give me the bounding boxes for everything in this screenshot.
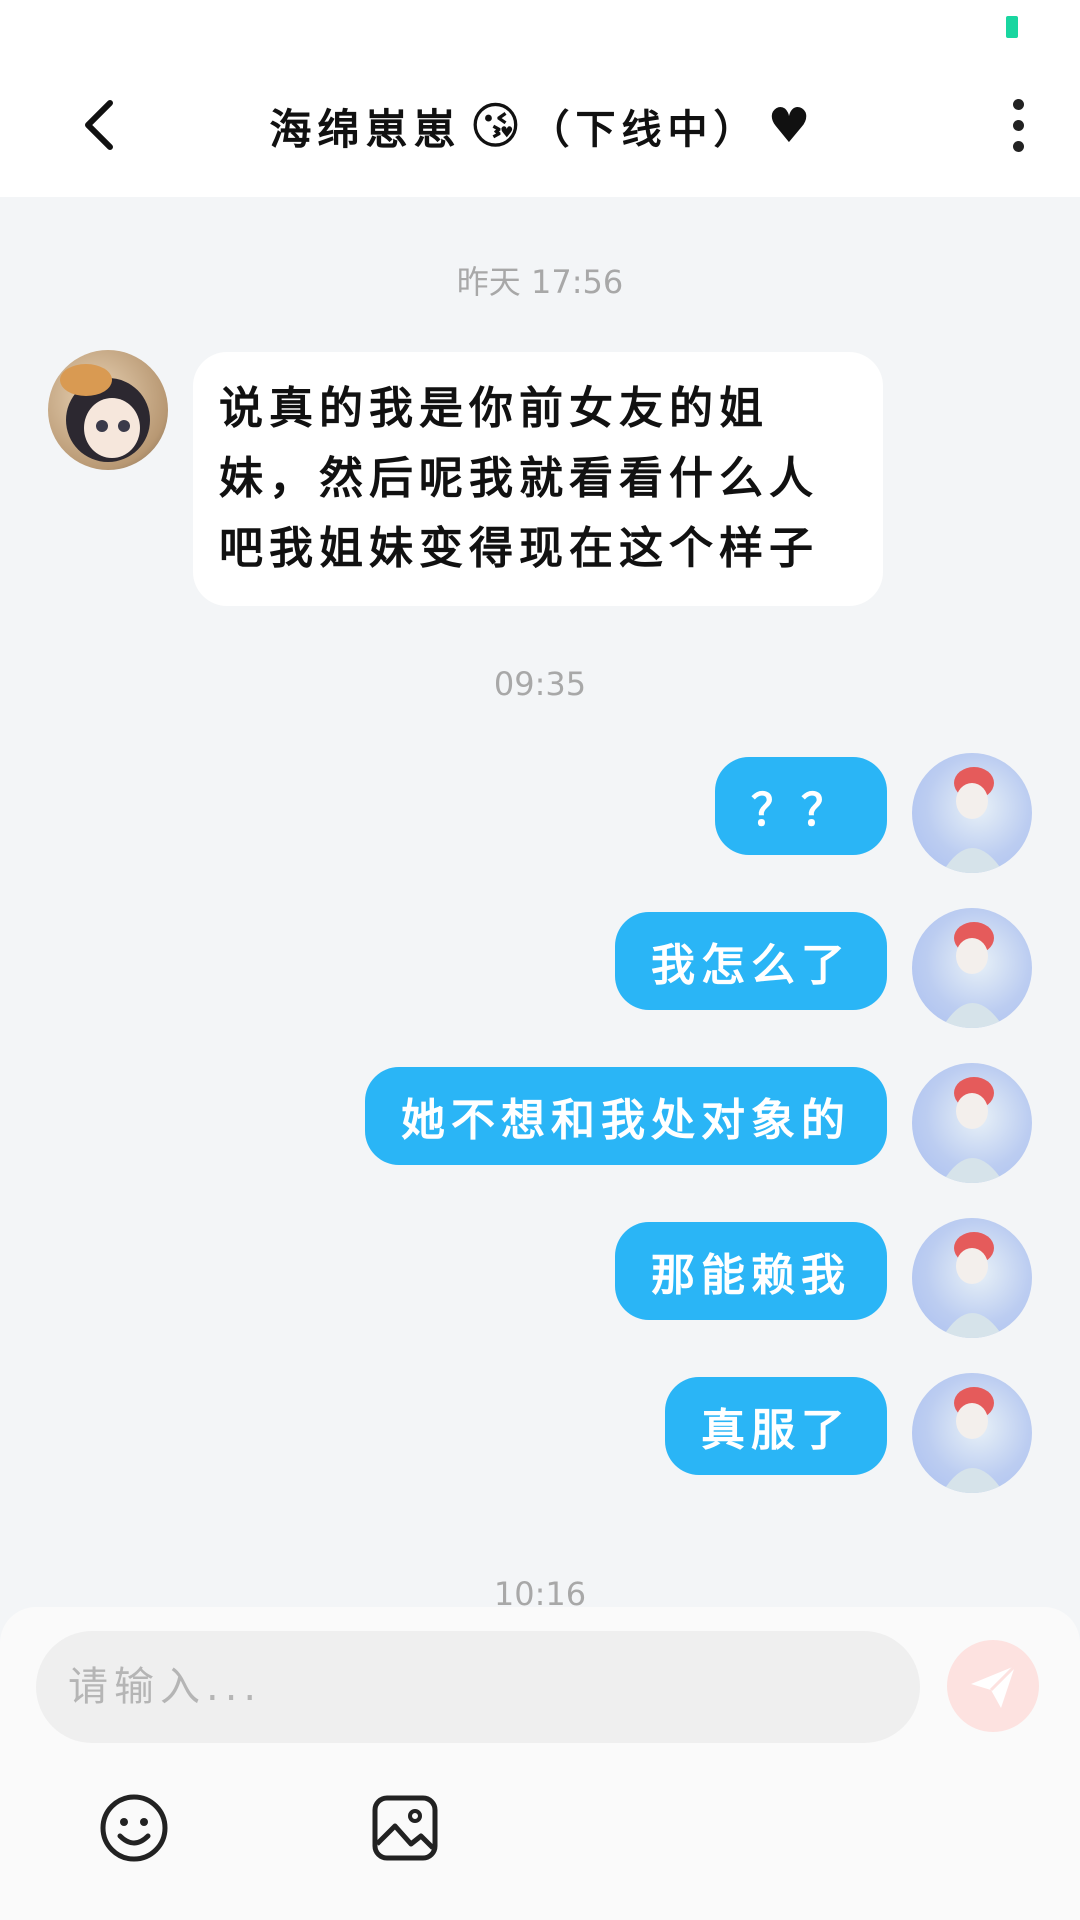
my-avatar[interactable]: [912, 1373, 1032, 1493]
more-vertical-icon: [1012, 98, 1024, 110]
heart-icon: ♥: [767, 98, 811, 154]
online-status: （下线中）: [529, 107, 760, 153]
image-icon: [372, 1795, 438, 1861]
send-icon: [971, 1664, 1017, 1708]
contact-name: 海绵崽崽: [269, 104, 462, 154]
chat-header: 海绵崽崽 😘 （下线中） ♥: [0, 55, 1080, 197]
my-avatar[interactable]: [912, 1063, 1032, 1183]
outgoing-message-bubble[interactable]: 那能赖我: [615, 1222, 887, 1320]
status-bar: [0, 0, 1080, 55]
more-options-button[interactable]: [996, 95, 1040, 155]
battery-icon: [1006, 16, 1018, 38]
message-list[interactable]: 昨天 17:56 说真的我是你前女友的姐妹，然后呢我就看看什么人吧我姐妹变得现在…: [0, 197, 1080, 1607]
kiss-emoji-icon: 😘: [469, 97, 522, 155]
contact-avatar-image: [60, 364, 150, 462]
my-avatar[interactable]: [912, 753, 1032, 873]
incoming-message-bubble[interactable]: 说真的我是你前女友的姐妹，然后呢我就看看什么人吧我姐妹变得现在这个样子: [193, 352, 883, 606]
outgoing-message-bubble[interactable]: 真服了: [665, 1377, 887, 1475]
my-avatar[interactable]: [912, 908, 1032, 1028]
my-avatar[interactable]: [912, 1218, 1032, 1338]
message-composer: [0, 1607, 1080, 1920]
chat-title: 海绵崽崽 😘 （下线中） ♥: [180, 89, 900, 163]
timestamp: 昨天 17:56: [456, 263, 624, 301]
timestamp: 10:16: [493, 1575, 587, 1607]
outgoing-message-bubble[interactable]: ？？: [715, 757, 887, 855]
smiley-icon: [100, 1794, 168, 1862]
image-button[interactable]: [369, 1792, 441, 1864]
outgoing-message-bubble[interactable]: 她不想和我处对象的: [365, 1067, 887, 1165]
emoji-button[interactable]: [98, 1792, 170, 1864]
timestamp: 09:35: [493, 665, 587, 703]
contact-avatar[interactable]: [48, 350, 168, 470]
back-arrow-icon: [85, 100, 113, 150]
outgoing-message-bubble[interactable]: 我怎么了: [615, 912, 887, 1010]
send-button[interactable]: [947, 1640, 1039, 1732]
message-input[interactable]: [36, 1631, 920, 1743]
back-button[interactable]: [70, 95, 130, 155]
